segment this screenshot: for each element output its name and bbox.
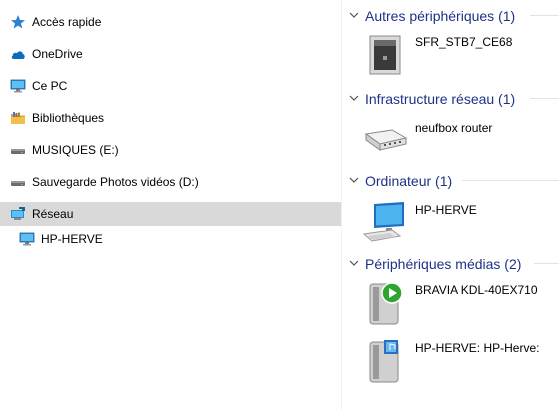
device-item[interactable]: neufbox router — [362, 118, 559, 164]
group-title: Périphériques médias (2) — [365, 256, 522, 272]
device-item[interactable]: SFR_STB7_CE68 — [362, 32, 559, 78]
group-title: Autres périphériques (1) — [365, 8, 516, 24]
media-renderer-icon — [369, 282, 403, 325]
nav-label: Sauvegarde Photos vidéos (D:) — [32, 175, 199, 189]
nav-label: OneDrive — [32, 47, 83, 61]
desktop-computer-icon — [362, 202, 404, 242]
library-icon — [11, 112, 25, 124]
group-separator — [534, 263, 559, 264]
nav-label: MUSIQUES (E:) — [32, 143, 119, 157]
nav-item-quick-access[interactable]: Accès rapide — [0, 10, 341, 34]
media-server-icon — [369, 340, 399, 383]
nav-label: Accès rapide — [32, 15, 102, 29]
nav-item-drive-e[interactable]: MUSIQUES (E:) — [0, 138, 341, 162]
navigation-pane: Accès rapide OneDrive Ce PC Bibliothèque… — [0, 0, 341, 410]
group-title: Ordinateur (1) — [365, 173, 453, 189]
group-separator — [462, 180, 559, 181]
group-title: Infrastructure réseau (1) — [365, 91, 516, 107]
drive-icon — [11, 149, 25, 154]
nav-label: Réseau — [32, 207, 74, 221]
computer-icon — [10, 79, 26, 93]
nav-label: Ce PC — [32, 79, 68, 93]
device-item[interactable]: BRAVIA KDL-40EX710 — [362, 280, 559, 326]
device-label: neufbox router — [415, 121, 493, 135]
nav-item-this-pc[interactable]: Ce PC — [0, 74, 341, 98]
group-header-other-devices[interactable]: Autres périphériques (1) — [342, 3, 559, 27]
computer-icon — [19, 232, 35, 246]
nav-item-hp-herve[interactable]: HP-HERVE — [0, 227, 341, 251]
chevron-down-icon — [349, 260, 359, 266]
chevron-down-icon — [349, 12, 359, 18]
network-icon — [11, 207, 25, 220]
group-header-media-devices[interactable]: Périphériques médias (2) — [342, 251, 559, 275]
group-separator — [530, 98, 559, 99]
device-label: HP-HERVE — [415, 203, 477, 217]
content-pane: Autres périphériques (1) SFR_STB7_CE68 I… — [342, 0, 559, 410]
device-label: BRAVIA KDL-40EX710 — [415, 283, 538, 297]
nav-item-network[interactable]: Réseau — [0, 202, 341, 226]
device-label: HP-HERVE: HP-Herve: — [415, 341, 540, 355]
chevron-down-icon — [349, 177, 359, 183]
nav-item-drive-d[interactable]: Sauvegarde Photos vidéos (D:) — [0, 170, 341, 194]
chevron-down-icon — [349, 95, 359, 101]
nav-label: Bibliothèques — [32, 111, 105, 125]
nav-item-onedrive[interactable]: OneDrive — [0, 42, 341, 66]
group-separator — [530, 15, 559, 16]
device-item[interactable]: HP-HERVE — [362, 200, 559, 246]
set-top-box-icon — [369, 35, 401, 75]
cloud-icon — [11, 51, 25, 59]
star-icon — [11, 15, 25, 29]
nav-label: HP-HERVE — [41, 232, 103, 246]
group-header-network-infrastructure[interactable]: Infrastructure réseau (1) — [342, 86, 559, 110]
nav-item-libraries[interactable]: Bibliothèques — [0, 106, 341, 130]
device-label: SFR_STB7_CE68 — [415, 35, 513, 49]
group-header-computer[interactable]: Ordinateur (1) — [342, 168, 559, 192]
drive-icon — [11, 181, 25, 186]
router-icon — [364, 129, 408, 151]
device-item[interactable]: HP-HERVE: HP-Herve: — [362, 338, 559, 384]
